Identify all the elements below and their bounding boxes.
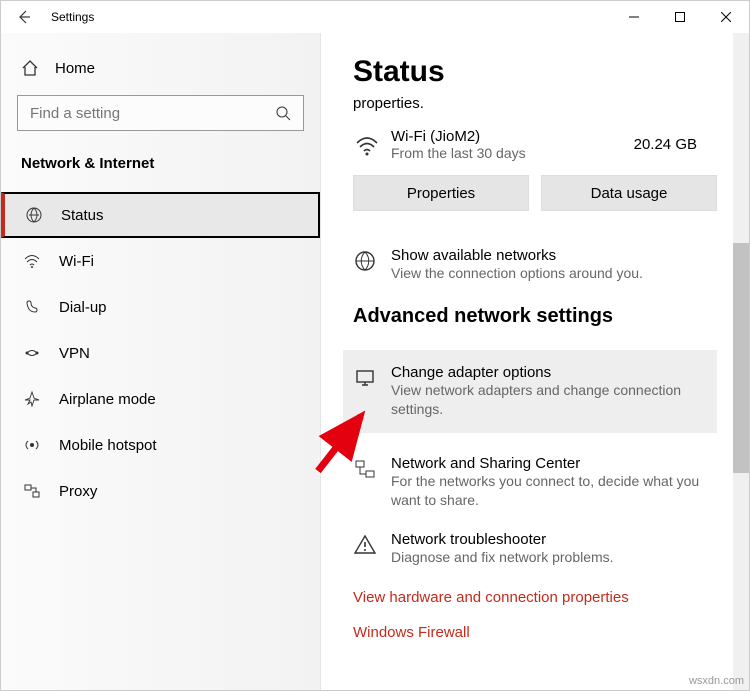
hardware-properties-link[interactable]: View hardware and connection properties [353, 589, 717, 606]
sidebar-item-label: Proxy [59, 483, 97, 500]
sidebar-item-dialup[interactable]: Dial-up [1, 284, 320, 330]
section-title: Network and Sharing Center [391, 455, 717, 472]
section-desc: Diagnose and fix network problems. [391, 548, 717, 567]
wifi-connection-row: Wi-Fi (JioM2) From the last 30 days 20.2… [353, 128, 717, 161]
sidebar-item-label: Airplane mode [59, 391, 156, 408]
wifi-name: Wi-Fi (JioM2) [391, 128, 634, 145]
window-title: Settings [51, 10, 94, 24]
content-pane: Status properties. Wi-Fi (JioM2) From th… [321, 33, 749, 690]
network-sharing-center[interactable]: Network and Sharing Center For the netwo… [353, 455, 717, 510]
section-title: Change adapter options [391, 364, 707, 381]
warning-icon [353, 533, 391, 557]
sharing-icon [353, 457, 391, 481]
proxy-icon [21, 482, 43, 500]
sidebar: Home Network & Internet Status Wi-Fi [1, 33, 321, 690]
close-button[interactable] [703, 1, 749, 33]
search-field[interactable] [18, 105, 263, 122]
network-troubleshooter[interactable]: Network troubleshooter Diagnose and fix … [353, 531, 717, 567]
data-usage-button[interactable]: Data usage [541, 175, 717, 211]
vpn-icon [21, 344, 43, 362]
page-title: Status [353, 55, 717, 89]
sidebar-item-wifi[interactable]: Wi-Fi [1, 238, 320, 284]
dialup-icon [21, 298, 43, 316]
advanced-heading: Advanced network settings [353, 305, 717, 328]
section-title: Show available networks [391, 247, 717, 264]
sidebar-item-label: Dial-up [59, 299, 107, 316]
search-icon [263, 105, 303, 121]
wifi-icon [353, 131, 391, 159]
titlebar: Settings [1, 1, 749, 33]
status-icon [23, 206, 45, 224]
scrollthumb[interactable] [733, 243, 749, 473]
sidebar-item-label: Status [61, 207, 104, 224]
globe-icon [353, 249, 391, 273]
back-button[interactable] [1, 1, 47, 33]
sidebar-item-vpn[interactable]: VPN [1, 330, 320, 376]
watermark: wsxdn.com [689, 675, 744, 687]
adapter-icon [353, 366, 391, 390]
change-adapter-options[interactable]: Change adapter options View network adap… [343, 350, 717, 433]
section-desc: View the connection options around you. [391, 264, 717, 283]
hotspot-icon [21, 436, 43, 454]
sidebar-item-hotspot[interactable]: Mobile hotspot [1, 422, 320, 468]
sidebar-item-airplane[interactable]: Airplane mode [1, 376, 320, 422]
category-heading: Network & Internet [1, 155, 320, 192]
home-icon [21, 59, 39, 77]
home-link[interactable]: Home [1, 53, 320, 95]
search-input[interactable] [17, 95, 304, 131]
wifi-data-usage: 20.24 GB [634, 136, 697, 153]
section-title: Network troubleshooter [391, 531, 717, 548]
section-desc: For the networks you connect to, decide … [391, 472, 717, 510]
sidebar-item-label: Mobile hotspot [59, 437, 157, 454]
sidebar-item-label: VPN [59, 345, 90, 362]
page-subtext: properties. [353, 95, 717, 112]
section-desc: View network adapters and change connect… [391, 381, 707, 419]
properties-button[interactable]: Properties [353, 175, 529, 211]
maximize-button[interactable] [657, 1, 703, 33]
wifi-icon [21, 252, 43, 270]
wifi-meta: From the last 30 days [391, 145, 634, 161]
sidebar-item-label: Wi-Fi [59, 253, 94, 270]
windows-firewall-link[interactable]: Windows Firewall [353, 624, 717, 641]
show-available-networks[interactable]: Show available networks View the connect… [353, 247, 717, 283]
sidebar-item-status[interactable]: Status [1, 192, 320, 238]
minimize-button[interactable] [611, 1, 657, 33]
sidebar-item-proxy[interactable]: Proxy [1, 468, 320, 514]
home-label: Home [55, 60, 95, 77]
airplane-icon [21, 390, 43, 408]
